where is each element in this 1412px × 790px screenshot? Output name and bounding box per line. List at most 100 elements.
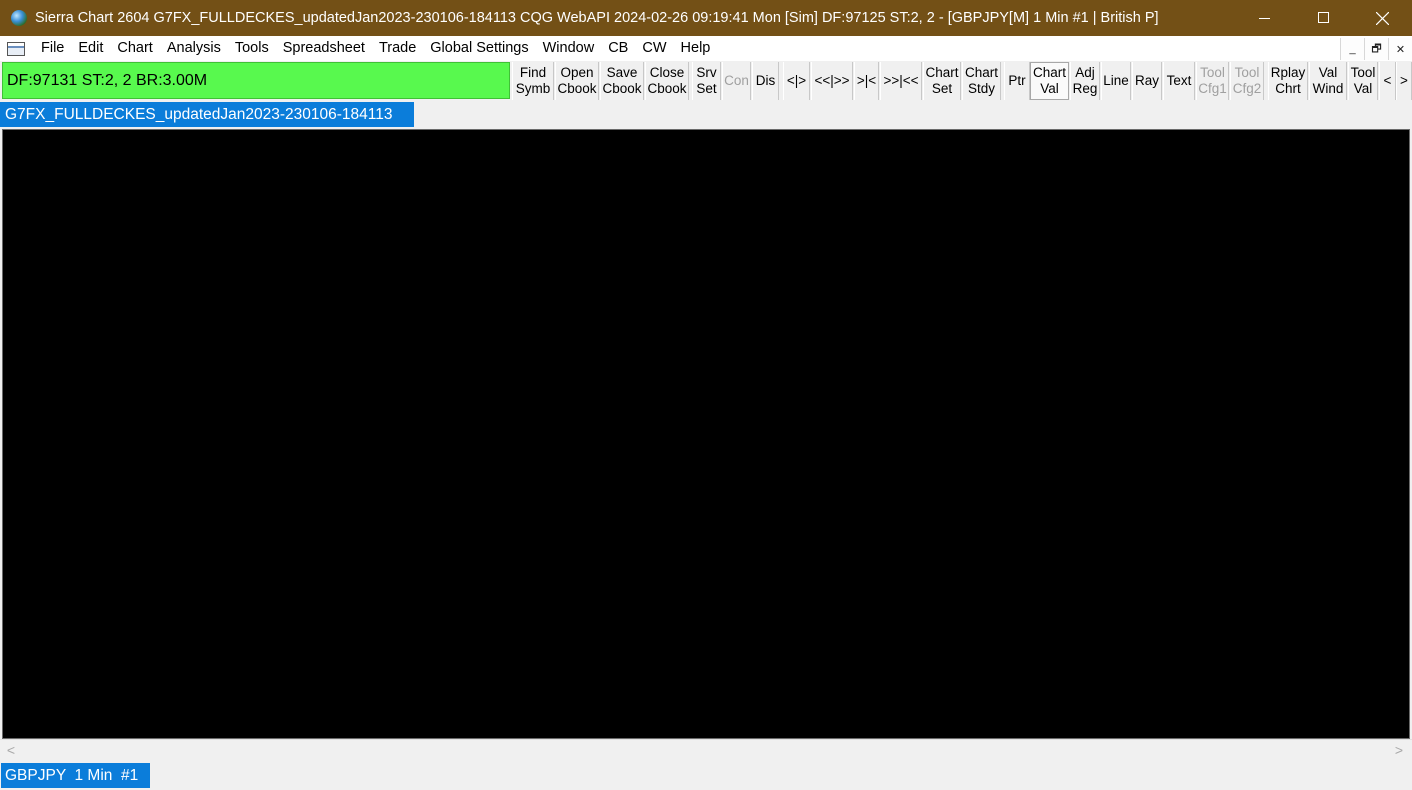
compress-bars-more-button[interactable]: <<|>> [811, 62, 853, 100]
connect-button[interactable]: Con [722, 62, 751, 100]
window-controls [1235, 0, 1412, 36]
menu-analysis[interactable]: Analysis [160, 36, 228, 61]
ray-tool-button[interactable]: Ray [1132, 62, 1162, 100]
button-label-line1: Ptr [1008, 73, 1026, 88]
button-label-line2: Val [1353, 81, 1373, 96]
button-label-line1: Tool [1200, 65, 1225, 80]
menu-chart[interactable]: Chart [110, 36, 159, 61]
disconnect-button[interactable]: Dis [752, 62, 779, 100]
button-label-line2: Set [696, 81, 717, 96]
menu-cb[interactable]: CB [601, 36, 635, 61]
open-chartbook-button[interactable]: Open Cbook [555, 62, 599, 100]
menu-tools[interactable]: Tools [228, 36, 276, 61]
menu-cw[interactable]: CW [635, 36, 673, 61]
tool-config1-button[interactable]: Tool Cfg1 [1196, 62, 1229, 100]
menu-file[interactable]: File [34, 36, 71, 61]
server-settings-button[interactable]: Srv Set [692, 62, 721, 100]
mdi-window-controls: _ 🗗 ✕ [1340, 38, 1412, 60]
button-label-line1: Rplay [1270, 65, 1306, 80]
button-label-line1: Find [519, 65, 547, 80]
menu-bar: File Edit Chart Analysis Tools Spreadshe… [0, 36, 1412, 61]
mdi-close-button[interactable]: ✕ [1388, 38, 1412, 60]
mdi-minimize-button[interactable]: _ [1340, 38, 1364, 60]
tool-values-button[interactable]: Tool Val [1348, 62, 1378, 100]
button-label-line1: < [1383, 73, 1392, 88]
sierra-chart-window: Sierra Chart 2604 G7FX_FULLDECKES_update… [0, 0, 1412, 790]
button-label-line1: Save [606, 65, 638, 80]
chart-studies-button[interactable]: Chart Stdy [962, 62, 1001, 100]
close-icon [1376, 11, 1389, 25]
button-label-line2: Cbook [647, 81, 687, 96]
expand-bars-button[interactable]: >|< [854, 62, 879, 100]
minimize-button[interactable] [1235, 0, 1294, 36]
button-label-line1: Chart [925, 65, 959, 80]
menu-edit[interactable]: Edit [71, 36, 110, 61]
chart-tab[interactable]: GBPJPY 1 Min #1 [1, 763, 150, 788]
values-window-button[interactable]: Val Wind [1309, 62, 1347, 100]
close-button[interactable] [1353, 0, 1412, 36]
menu-global-settings[interactable]: Global Settings [423, 36, 535, 61]
tool-config2-button[interactable]: Tool Cfg2 [1230, 62, 1264, 100]
menu-spreadsheet[interactable]: Spreadsheet [276, 36, 372, 61]
control-bar: DF:97131 ST:2, 2 BR:3.00M Find Symb Open C… [0, 61, 1412, 101]
scroll-left-arrow-icon[interactable]: < [2, 740, 20, 760]
system-menu-icon[interactable] [7, 41, 25, 56]
close-chartbook-button[interactable]: Close Cbook [645, 62, 689, 100]
toolbar-scroll-left-button[interactable]: < [1379, 62, 1396, 100]
button-label-line1: Open [560, 65, 594, 80]
chartbook-tab-row: G7FX_FULLDECKES_updatedJan2023-230106-18… [0, 101, 1412, 128]
button-label-line2: Cbook [602, 81, 642, 96]
button-label-line1: Adj [1075, 65, 1095, 80]
horizontal-scrollbar[interactable]: < > [0, 739, 1412, 760]
button-label-line1: Text [1166, 73, 1192, 88]
menu-window[interactable]: Window [536, 36, 602, 61]
button-label-line1: <<|>> [814, 73, 850, 88]
button-label-line2: Wind [1312, 81, 1344, 96]
button-label-line1: Con [724, 73, 749, 88]
chart-tab-row: GBPJPY 1 Min #1 [0, 760, 1412, 790]
button-label-line1: Ray [1134, 73, 1159, 88]
button-label-line1: Chart [1032, 65, 1066, 80]
chart-area[interactable] [2, 129, 1410, 739]
maximize-icon [1317, 12, 1329, 23]
mdi-restore-button[interactable]: 🗗 [1364, 38, 1388, 60]
button-label-line1: Dis [755, 73, 776, 88]
toolbar-scroll-right-button[interactable]: > [1396, 62, 1412, 100]
button-label-line2: Set [931, 81, 953, 96]
menu-help[interactable]: Help [674, 36, 718, 61]
button-label-line1: Tool [1234, 65, 1260, 80]
button-label-line2: Cbook [557, 81, 597, 96]
chart-settings-button[interactable]: Chart Set [923, 62, 961, 100]
button-label-line2: Val [1040, 81, 1059, 96]
chart-values-tool-button[interactable]: Chart Val [1030, 62, 1069, 100]
replay-chart-button[interactable]: Rplay Chrt [1268, 62, 1308, 100]
window-title: Sierra Chart 2604 G7FX_FULLDECKES_update… [35, 10, 1159, 26]
minimize-icon [1258, 18, 1270, 19]
save-chartbook-button[interactable]: Save Cbook [600, 62, 644, 100]
pointer-tool-button[interactable]: Ptr [1004, 62, 1030, 100]
menu-trade[interactable]: Trade [372, 36, 423, 61]
scroll-right-arrow-icon[interactable]: > [1390, 740, 1408, 760]
sierra-chart-logo-icon [11, 10, 27, 26]
button-label-line2: Cfg2 [1232, 81, 1262, 96]
chartbook-tab[interactable]: G7FX_FULLDECKES_updatedJan2023-230106-18… [0, 102, 414, 127]
button-label-line2: Symb [515, 81, 551, 96]
button-label-line1: Val [1318, 65, 1338, 80]
button-label-line1: Close [649, 65, 685, 80]
button-label-line2: Chrt [1275, 81, 1301, 96]
button-label-line2: Reg [1072, 81, 1098, 96]
expand-bars-more-button[interactable]: >>|<< [880, 62, 922, 100]
button-label-line1: Srv [696, 65, 717, 80]
find-symbol-button[interactable]: Find Symb [512, 62, 554, 100]
maximize-button[interactable] [1294, 0, 1353, 36]
text-tool-button[interactable]: Text [1163, 62, 1195, 100]
button-label-line1: >>|<< [883, 73, 919, 88]
button-label-line2: Stdy [967, 81, 995, 96]
compress-bars-button[interactable]: <|> [783, 62, 810, 100]
line-tool-button[interactable]: Line [1101, 62, 1131, 100]
button-label-line1: > [1400, 73, 1408, 88]
button-label-line1: Tool [1350, 65, 1376, 80]
title-bar[interactable]: Sierra Chart 2604 G7FX_FULLDECKES_update… [0, 0, 1412, 36]
button-label-line1: Chart [964, 65, 998, 80]
adjust-region-button[interactable]: Adj Reg [1070, 62, 1100, 100]
